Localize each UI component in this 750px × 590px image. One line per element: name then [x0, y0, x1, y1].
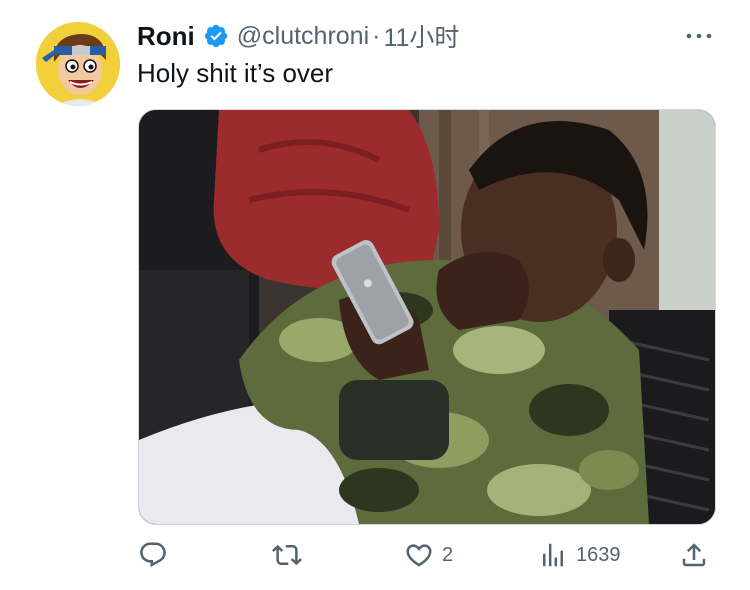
reply-button[interactable]	[138, 534, 176, 576]
tweet-photo[interactable]	[138, 109, 716, 525]
more-dots-icon	[686, 33, 712, 39]
author-handle[interactable]: @clutchroni	[237, 22, 369, 51]
tweet-text: Holy shit it’s over	[137, 58, 334, 88]
reply-icon	[140, 542, 166, 568]
action-bar: 2 1639	[0, 534, 750, 576]
cartoon-avatar-icon	[36, 22, 120, 106]
retweet-icon	[272, 544, 302, 566]
separator-dot: ·	[372, 21, 381, 50]
heart-icon	[406, 544, 432, 567]
verified-badge-icon	[203, 23, 229, 49]
photo-image	[139, 110, 715, 524]
share-button[interactable]	[679, 534, 717, 576]
timestamp[interactable]: 11小时	[383, 18, 459, 54]
avatar[interactable]	[36, 22, 120, 106]
retweet-button[interactable]	[272, 534, 310, 576]
like-button[interactable]: 2	[404, 534, 453, 576]
tweet-header: Roni @clutchroni · 11小时	[137, 18, 459, 54]
tweet[interactable]: Roni @clutchroni · 11小时 Holy shit it’s o…	[0, 0, 750, 590]
share-icon	[682, 543, 706, 567]
views-button[interactable]: 1639	[538, 534, 621, 576]
views-chart-icon	[543, 543, 563, 567]
display-name[interactable]: Roni	[137, 21, 195, 52]
views-count: 1639	[576, 543, 621, 566]
like-count: 2	[442, 543, 454, 566]
more-options-button[interactable]	[684, 26, 714, 46]
